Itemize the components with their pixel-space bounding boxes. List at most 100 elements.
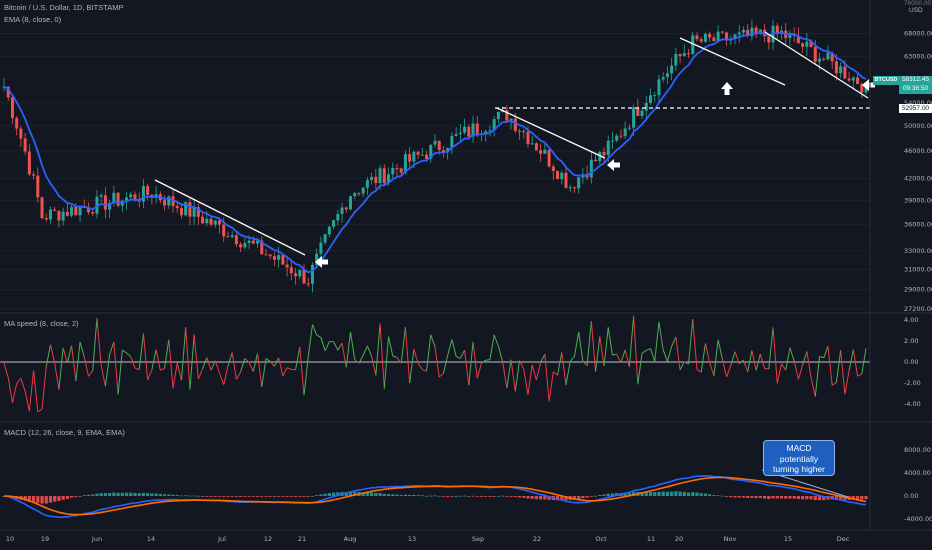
candle-body bbox=[65, 211, 69, 216]
candle-body bbox=[91, 212, 95, 214]
histogram-bar bbox=[437, 495, 441, 497]
speed-segment bbox=[92, 317, 98, 371]
y-tick-label: 42000.00 bbox=[904, 174, 932, 182]
speed-segment bbox=[510, 359, 516, 392]
histogram-bar bbox=[65, 496, 69, 499]
histogram-bar bbox=[788, 496, 792, 499]
histogram-bar bbox=[813, 496, 817, 501]
histogram-bar bbox=[120, 492, 124, 496]
candle-body bbox=[230, 235, 234, 238]
speed-segment bbox=[675, 336, 681, 371]
candle-body bbox=[319, 242, 323, 254]
candle-body bbox=[851, 77, 855, 81]
speed-segment bbox=[451, 339, 457, 357]
ema-line bbox=[3, 31, 867, 274]
candle-body bbox=[243, 243, 247, 248]
speed-segment bbox=[793, 360, 799, 380]
speed-segment bbox=[835, 350, 842, 383]
speed-segment bbox=[459, 349, 466, 359]
speed-segment bbox=[117, 349, 123, 395]
speed-segment bbox=[540, 354, 546, 363]
speed-segment bbox=[316, 334, 322, 338]
candle-body bbox=[708, 33, 712, 38]
speed-segment bbox=[75, 341, 81, 381]
histogram-bar bbox=[771, 496, 775, 499]
x-tick-label: Jun bbox=[91, 535, 102, 543]
candle-body bbox=[78, 207, 82, 216]
histogram-bar bbox=[454, 495, 458, 497]
candle-body bbox=[209, 218, 213, 225]
histogram-bar bbox=[230, 496, 234, 497]
histogram-bar bbox=[293, 496, 298, 497]
histogram-bar bbox=[703, 493, 708, 496]
candle-body bbox=[463, 126, 467, 133]
speed-segment bbox=[852, 349, 859, 377]
histogram-bar bbox=[746, 496, 750, 498]
speed-segment bbox=[595, 336, 601, 372]
candle-body bbox=[344, 207, 348, 210]
speed-segment bbox=[573, 331, 580, 357]
candle-body bbox=[218, 220, 221, 225]
histogram-bar bbox=[598, 494, 602, 496]
speed-segment bbox=[227, 352, 233, 367]
candle-body bbox=[670, 65, 674, 74]
candle-body bbox=[285, 264, 289, 268]
speed-segment bbox=[383, 336, 390, 389]
speed-segment bbox=[662, 349, 668, 362]
x-tick-label: Sep bbox=[472, 535, 484, 543]
x-tick-label: 22 bbox=[533, 535, 541, 543]
speed-segment bbox=[590, 320, 597, 372]
x-tick-label: 13 bbox=[408, 535, 416, 543]
candle-body bbox=[437, 140, 441, 151]
histogram-bar bbox=[57, 496, 61, 501]
level-tag: 52957.00 bbox=[899, 104, 932, 113]
histogram-bar bbox=[864, 496, 868, 500]
macd-plot bbox=[2, 474, 868, 519]
histogram-bar bbox=[412, 494, 416, 496]
histogram-bar bbox=[686, 492, 691, 496]
y-tick-label: 46000.00 bbox=[904, 147, 932, 155]
candle-body bbox=[556, 170, 560, 180]
candle-body bbox=[361, 187, 365, 194]
y-tick-label: -2.00 bbox=[904, 379, 921, 387]
y-tick-label: -4000.00 bbox=[904, 515, 932, 523]
speed-segment bbox=[447, 339, 453, 356]
histogram-bar bbox=[82, 495, 86, 497]
candle-body bbox=[644, 102, 648, 111]
speed-segment bbox=[823, 346, 829, 358]
candle-body bbox=[522, 131, 526, 133]
speed-segment bbox=[493, 334, 499, 347]
speed-segment bbox=[806, 351, 812, 378]
histogram-bar bbox=[277, 496, 281, 497]
speed-segment bbox=[16, 378, 22, 384]
speed-segment bbox=[430, 334, 436, 347]
histogram-bar bbox=[534, 496, 539, 500]
speed-segment bbox=[11, 383, 18, 403]
histogram-bar bbox=[720, 495, 724, 497]
candle-body bbox=[306, 283, 310, 285]
histogram-bar bbox=[184, 495, 188, 497]
left-arrow-icon bbox=[607, 159, 620, 171]
speed-segment bbox=[172, 362, 178, 389]
speed-segment bbox=[666, 346, 673, 362]
candle-body bbox=[247, 240, 251, 244]
macd-callout: MACD potentially turning higher bbox=[763, 440, 835, 476]
speed-segment bbox=[235, 371, 242, 380]
candle-body bbox=[264, 254, 268, 256]
x-tick-label: 14 bbox=[147, 535, 155, 543]
candle-body bbox=[348, 196, 352, 210]
histogram-bar bbox=[217, 496, 222, 497]
candle-body bbox=[27, 151, 31, 175]
histogram-bar bbox=[260, 496, 264, 497]
grid bbox=[0, 32, 870, 310]
candle-body bbox=[116, 192, 120, 206]
speed-segment bbox=[362, 345, 368, 356]
trendline bbox=[154, 179, 306, 256]
speed-segment bbox=[438, 372, 444, 378]
candle-body bbox=[716, 31, 720, 42]
speed-segment bbox=[147, 369, 153, 381]
speed-segment bbox=[561, 352, 567, 386]
candle-body bbox=[395, 168, 399, 170]
histogram-bar bbox=[653, 492, 657, 496]
candle-body bbox=[99, 195, 103, 197]
